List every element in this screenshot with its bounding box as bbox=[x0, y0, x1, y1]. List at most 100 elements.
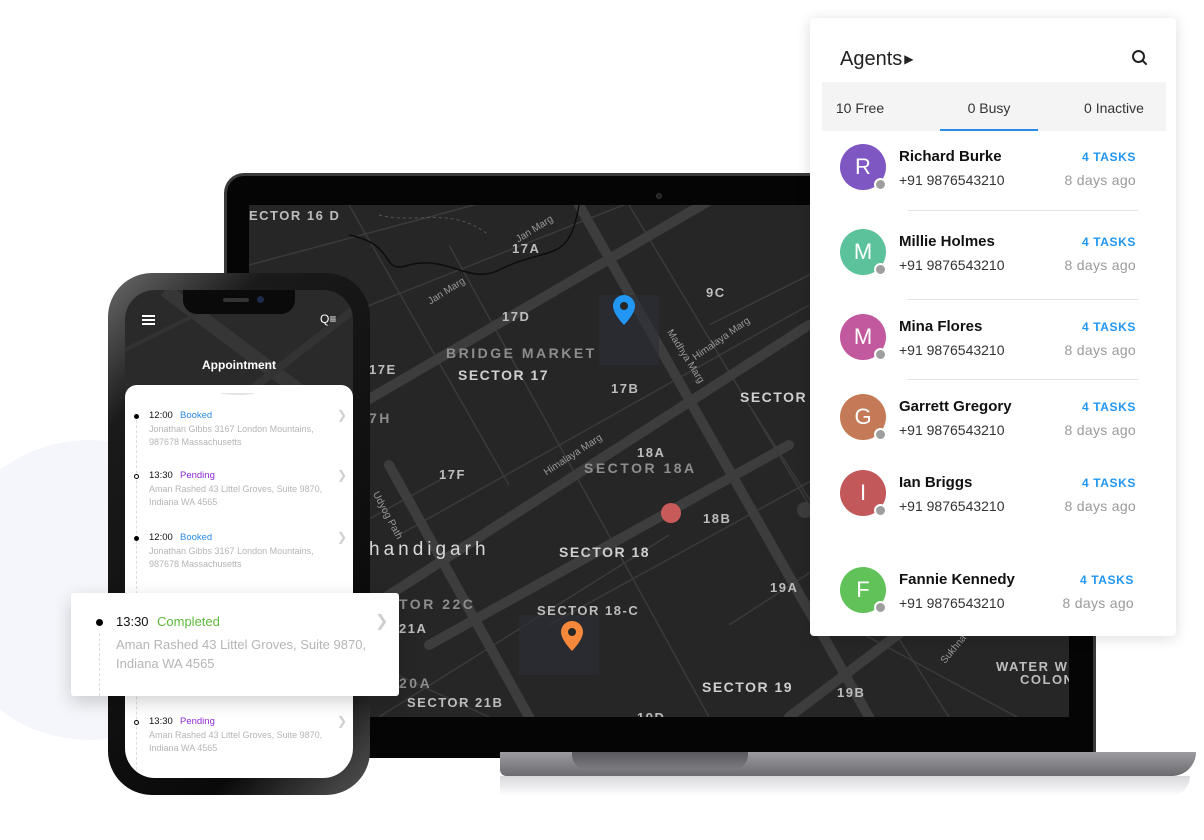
tab-busy[interactable]: 0 Busy bbox=[940, 82, 1038, 131]
chevron-right-icon: ❯ bbox=[375, 613, 389, 630]
agent-name: Garrett Gregory bbox=[899, 398, 1012, 415]
appointment-sheet: 12:00 Booked Jonathan Gibbs 3167 London … bbox=[125, 385, 353, 778]
map-label-17e: 17E bbox=[369, 362, 397, 377]
timeline-dot bbox=[96, 619, 103, 626]
agent-list-item[interactable]: F Fannie Kennedy +91 9876543210 4 TASKS … bbox=[810, 567, 1176, 627]
search-icon[interactable] bbox=[1130, 48, 1150, 68]
agent-phone: +91 9876543210 bbox=[899, 595, 1005, 611]
agent-tasks-link[interactable]: 4 TASKS bbox=[1082, 400, 1136, 414]
laptop-notch bbox=[572, 752, 748, 769]
agent-name: Ian Briggs bbox=[899, 474, 973, 491]
agent-phone: +91 9876543210 bbox=[899, 257, 1005, 273]
map-label-17f: 17F bbox=[439, 467, 466, 482]
map-label-sector-18c: SECTOR 18-C bbox=[537, 603, 640, 618]
agent-phone: +91 9876543210 bbox=[899, 498, 1005, 514]
tab-free[interactable]: 10 Free bbox=[822, 82, 898, 131]
map-label-sector-22c: TOR 22C bbox=[399, 596, 476, 612]
map-label-19d: 19D bbox=[637, 710, 665, 717]
map-label-18b: 18B bbox=[703, 511, 732, 526]
divider bbox=[908, 210, 1138, 211]
agent-list-item[interactable]: M Millie Holmes +91 9876543210 4 TASKS 8… bbox=[810, 229, 1176, 289]
map-label-19a: 19A bbox=[770, 580, 799, 595]
map-label-sector-18a: SECTOR 18A bbox=[584, 460, 697, 476]
agent-status-tabs: 10 Free 0 Busy 0 Inactive bbox=[822, 82, 1166, 131]
map-label-bridge-market: BRIDGE MARKET bbox=[446, 345, 597, 361]
agent-tasks-link[interactable]: 4 TASKS bbox=[1082, 150, 1136, 164]
agents-title-dropdown[interactable]: Agents ▶ bbox=[840, 48, 914, 71]
appointment-status: Booked bbox=[180, 410, 213, 421]
agents-title-label: Agents bbox=[840, 48, 903, 70]
appointment-status: Pending bbox=[180, 470, 215, 481]
map-label-sector-18: SECTOR 18 bbox=[559, 544, 651, 560]
map-label-19b: 19B bbox=[837, 685, 866, 700]
appointment-status: Pending bbox=[180, 716, 215, 727]
divider bbox=[908, 379, 1138, 380]
agent-last-seen: 8 days ago bbox=[1064, 498, 1136, 514]
appointment-time: 13:30 bbox=[149, 716, 173, 727]
timeline-dot bbox=[134, 536, 139, 541]
timeline-dot bbox=[134, 474, 139, 479]
location-pin-icon-orange[interactable] bbox=[561, 621, 583, 651]
agent-last-seen: 8 days ago bbox=[1064, 342, 1136, 358]
status-dot-icon bbox=[874, 504, 887, 517]
triangle-right-icon: ▶ bbox=[904, 52, 914, 66]
appointment-address: Jonathan Gibbs 3167 London Mountains, 98… bbox=[149, 424, 314, 447]
agent-name: Mina Flores bbox=[899, 318, 983, 335]
agent-name: Richard Burke bbox=[899, 148, 1002, 165]
map-label-21a: 21A bbox=[399, 621, 428, 636]
divider bbox=[908, 299, 1138, 300]
agent-last-seen: 8 days ago bbox=[1064, 172, 1136, 188]
chevron-right-icon: ❯ bbox=[337, 408, 348, 422]
search-list-icon[interactable]: Q≡ bbox=[320, 312, 336, 326]
map-label-sector-17: SECTOR 17 bbox=[458, 367, 550, 383]
map-label-sector-21b: SECTOR 21B bbox=[407, 695, 504, 710]
chevron-right-icon: ❯ bbox=[337, 714, 348, 728]
phone-frame: Q≡ Appointment 12:00 Booked Jonathan Gib… bbox=[108, 273, 370, 795]
map-label-colony: COLON bbox=[1020, 672, 1069, 687]
appointment-time: 12:00 bbox=[149, 410, 173, 421]
map-label-17d: 17D bbox=[502, 309, 531, 324]
appointment-address: Aman Rashed 43 Littel Groves, Suite 9870… bbox=[149, 730, 323, 753]
phone-speaker bbox=[223, 298, 249, 302]
agent-last-seen: 8 days ago bbox=[1064, 257, 1136, 273]
agent-phone: +91 9876543210 bbox=[899, 422, 1005, 438]
map-label-18a: 18A bbox=[637, 445, 666, 460]
agent-tasks-link[interactable]: 4 TASKS bbox=[1082, 476, 1136, 490]
appointment-address: Jonathan Gibbs 3167 London Mountains, 98… bbox=[149, 546, 314, 569]
sheet-drag-handle[interactable] bbox=[221, 391, 255, 395]
appointment-address: Aman Rashed 43 Littel Groves, Suite 9870… bbox=[116, 637, 367, 671]
agent-name: Fannie Kennedy bbox=[899, 571, 1015, 588]
status-dot-icon bbox=[874, 348, 887, 361]
agent-list-item[interactable]: M Mina Flores +91 9876543210 4 TASKS 8 d… bbox=[810, 314, 1176, 374]
agent-list-item[interactable]: G Garrett Gregory +91 9876543210 4 TASKS… bbox=[810, 394, 1176, 454]
agent-list-item[interactable]: R Richard Burke +91 9876543210 4 TASKS 8… bbox=[810, 144, 1176, 204]
laptop-camera bbox=[656, 193, 662, 199]
phone-camera bbox=[257, 296, 264, 303]
status-dot-icon bbox=[874, 428, 887, 441]
agent-tasks-link[interactable]: 4 TASKS bbox=[1082, 320, 1136, 334]
map-label-7h: 7H bbox=[369, 410, 392, 426]
map-label-20a: 20A bbox=[399, 675, 433, 691]
agent-tasks-link[interactable]: 4 TASKS bbox=[1082, 235, 1136, 249]
appointment-status: Completed bbox=[157, 614, 220, 629]
appointment-status: Booked bbox=[180, 532, 213, 543]
agents-panel: Agents ▶ 10 Free 0 Busy 0 Inactive R Rich… bbox=[810, 18, 1176, 636]
map-label-city: handigarh bbox=[369, 539, 490, 560]
agent-phone: +91 9876543210 bbox=[899, 342, 1005, 358]
tab-inactive[interactable]: 0 Inactive bbox=[1062, 82, 1166, 131]
hamburger-menu-icon[interactable] bbox=[142, 315, 155, 325]
laptop-shadow bbox=[500, 776, 1190, 796]
appointment-time: 13:30 bbox=[116, 614, 149, 629]
chevron-right-icon: ❯ bbox=[337, 530, 348, 544]
location-pin-icon-blue[interactable] bbox=[613, 295, 635, 325]
agent-tasks-link[interactable]: 4 TASKS bbox=[1080, 573, 1134, 587]
appointment-time: 13:30 bbox=[149, 470, 173, 481]
agent-dot-icon[interactable] bbox=[661, 503, 681, 523]
phone-title: Appointment bbox=[202, 358, 276, 372]
agent-last-seen: 8 days ago bbox=[1062, 595, 1134, 611]
completed-appointment-card[interactable]: 13:30 Completed Aman Rashed 43 Littel Gr… bbox=[71, 593, 399, 696]
appointment-address: Aman Rashed 43 Littel Groves, Suite 9870… bbox=[149, 484, 323, 507]
agent-phone: +91 9876543210 bbox=[899, 172, 1005, 188]
map-label-17a: 17A bbox=[512, 241, 541, 256]
agent-list-item[interactable]: I Ian Briggs +91 9876543210 4 TASKS 8 da… bbox=[810, 470, 1176, 530]
